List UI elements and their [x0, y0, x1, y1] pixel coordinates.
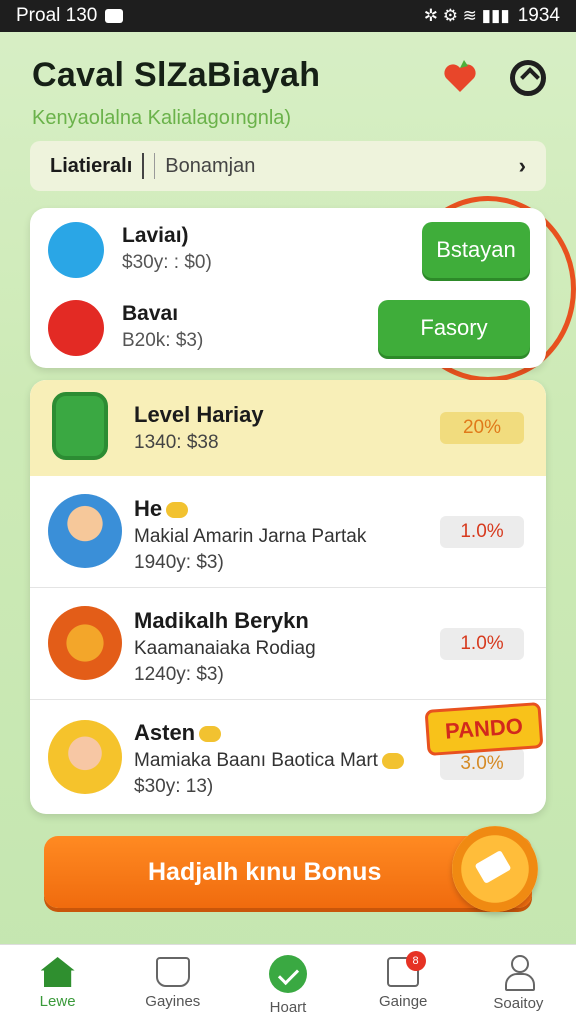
nav-item-games[interactable]: Gayines [115, 945, 230, 1024]
avatar [48, 606, 122, 680]
page-subtitle: Kenyaolalna Kalialagoıngnla) [32, 107, 292, 129]
bottom-nav: Lewe Gayines Hoart 8 Gainge Soaitoy [0, 944, 576, 1024]
notification-icon [105, 9, 124, 23]
chevron-right-icon[interactable]: › [519, 153, 526, 179]
reward-desc-text: Mamiaka Baanı Baotica Mart [134, 750, 378, 771]
list-item[interactable]: Madikalh Berykn Kaamanaiaka Rodiag 1240y… [30, 588, 546, 700]
app-row: Bavaı B20k: $3) Fasory [30, 296, 546, 366]
list-item[interactable]: Level Hariay 1340: $38 20% [30, 380, 546, 476]
reward-meta: 1240y: $3) [134, 664, 224, 685]
nav-label: Gayines [145, 993, 201, 1010]
filter-value: Bonamjan [165, 154, 256, 177]
app-meta: B20k: $3) [122, 330, 204, 351]
reward-badge: 1.0% [440, 516, 524, 548]
nav-label: Lewe [39, 993, 76, 1010]
coin-icon [199, 726, 222, 743]
reward-title: Asten [134, 720, 222, 746]
red-play-logo-icon [48, 300, 104, 356]
coin-icon [166, 502, 189, 519]
nav-item-heart[interactable]: Hoart [230, 945, 345, 1024]
notification-badge: 8 [405, 951, 426, 971]
nav-item-home[interactable]: Lewe [0, 945, 115, 1024]
avatar [48, 494, 122, 568]
reward-meta: $30y: 13) [134, 776, 214, 797]
app-meta: $30y: : $0) [122, 252, 212, 273]
profile-icon [503, 955, 536, 991]
reward-meta: 1340: $38 [134, 432, 219, 453]
home-icon [40, 957, 75, 987]
coin-icon [381, 752, 404, 769]
heart-icon[interactable] [440, 58, 480, 98]
status-time: 1934 [517, 5, 560, 26]
filter-bar[interactable]: Liatieralı Bonamjan › [30, 141, 546, 191]
reward-desc: Makial Amarin Jarna Partak [134, 526, 367, 547]
header: Caval SlZaBiayah Kenyaolalna Kalialagoın… [32, 56, 552, 136]
bonus-coin-icon[interactable] [452, 826, 538, 912]
status-carrier-text: Proal 130 [16, 5, 98, 26]
reward-title: Madikalh Berykn [134, 608, 309, 633]
nav-item-gifts[interactable]: 8 Gainge [346, 945, 461, 1024]
app-name: Laviaı) [122, 224, 189, 247]
reward-title: Level Hariay [134, 402, 264, 427]
reward-title-text: He [134, 496, 163, 521]
apps-card: Laviaı) $30y: : $0) Bstayan Bavaı B20k: … [30, 208, 546, 368]
nav-item-profile[interactable]: Soaitoy [461, 945, 576, 1024]
promo-tag[interactable]: PANDO [424, 702, 544, 756]
header-actions [440, 58, 546, 98]
reward-desc: Kaamanaiaka Rodiag [134, 638, 316, 659]
avatar [48, 720, 122, 794]
refresh-icon[interactable] [510, 60, 546, 96]
signal-icons: ✲ ⚙ ≋ ▮▮▮ [423, 6, 510, 25]
filter-divider-secondary [154, 153, 156, 179]
app-row: Laviaı) $30y: : $0) Bstayan [30, 218, 546, 288]
nav-label: Gainge [379, 993, 428, 1010]
nav-label: Hoart [269, 999, 307, 1016]
level-box-icon [52, 392, 108, 460]
reward-desc: Mamiaka Baanı Baotica Mart [134, 750, 404, 772]
filter-divider [142, 153, 145, 179]
games-icon [155, 957, 190, 987]
nav-label: Soaitoy [493, 995, 544, 1012]
app-action-button[interactable]: Bstayan [422, 222, 530, 278]
app-action-button[interactable]: Fasory [378, 300, 530, 356]
reward-title-text: Asten [134, 720, 196, 745]
filter-label: Liatieralı [50, 154, 133, 177]
status-left: Proal 130 [16, 5, 124, 27]
heart-check-icon [269, 955, 307, 993]
status-right: ✲ ⚙ ≋ ▮▮▮ 1934 [424, 5, 560, 27]
reward-meta: 1940y: $3) [134, 552, 224, 573]
reward-title: He [134, 496, 189, 522]
app-name: Bavaı [122, 302, 179, 325]
list-item[interactable]: He Makial Amarin Jarna Partak 1940y: $3)… [30, 476, 546, 588]
blue-s-logo-icon [48, 222, 104, 278]
reward-badge: 20% [440, 412, 524, 444]
reward-badge: 1.0% [440, 628, 524, 660]
status-bar: Proal 130 ✲ ⚙ ≋ ▮▮▮ 1934 [0, 0, 576, 32]
